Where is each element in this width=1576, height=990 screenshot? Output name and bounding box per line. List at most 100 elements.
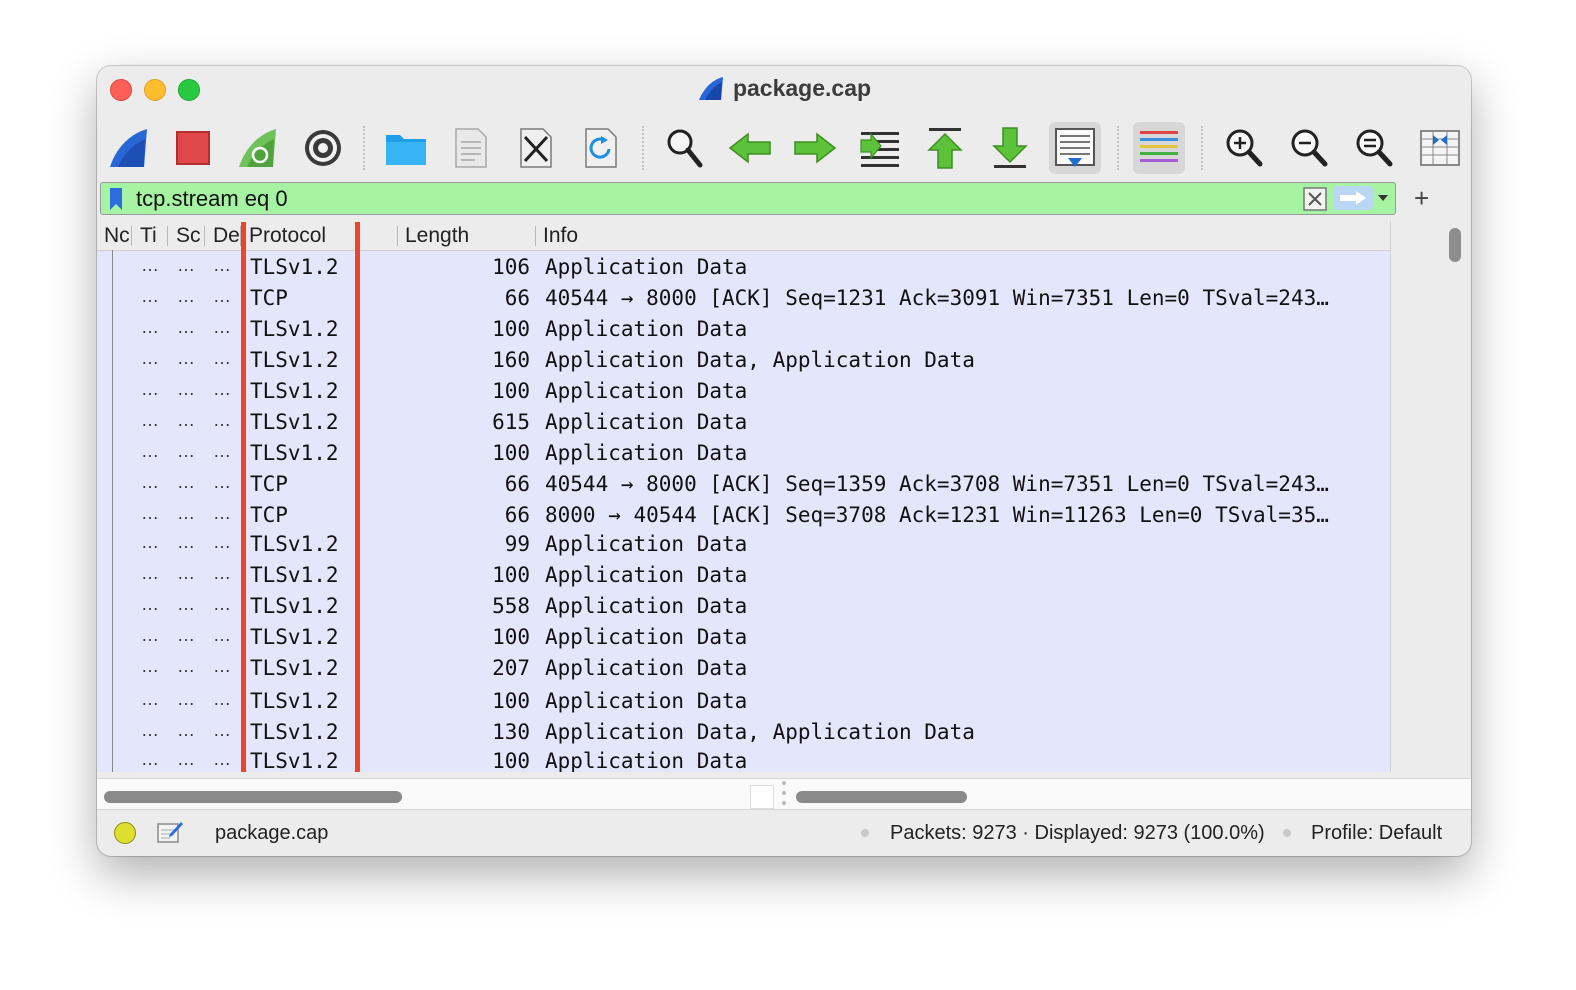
start-capture-button[interactable] bbox=[103, 122, 155, 174]
vertical-scrollbar-thumb[interactable] bbox=[1449, 228, 1461, 262]
packet-source-truncated: … bbox=[213, 532, 231, 552]
packet-no-truncated: … bbox=[141, 749, 159, 769]
packet-no-truncated: … bbox=[141, 410, 159, 430]
packet-info: 40544 → 8000 [ACK] Seq=1231 Ack=3091 Win… bbox=[545, 286, 1329, 310]
packet-length: 106 bbox=[492, 255, 530, 279]
column-header-time[interactable]: Ti bbox=[140, 224, 157, 248]
go-last-packet-button[interactable] bbox=[984, 122, 1036, 174]
packet-length: 66 bbox=[504, 503, 530, 527]
open-file-icon bbox=[386, 135, 426, 165]
packet-source-truncated: … bbox=[213, 720, 231, 740]
restart-capture-icon bbox=[239, 129, 276, 167]
normal-size-button[interactable] bbox=[1348, 122, 1400, 174]
column-header-no[interactable]: Nc bbox=[104, 224, 130, 248]
packet-time-truncated: … bbox=[177, 503, 195, 523]
go-to-packet-button[interactable] bbox=[854, 122, 906, 174]
packet-no-truncated: … bbox=[141, 286, 159, 306]
packet-no-truncated: … bbox=[141, 441, 159, 461]
capture-options-button[interactable] bbox=[297, 122, 349, 174]
packet-source-truncated: … bbox=[213, 410, 231, 430]
colorize-button[interactable] bbox=[1133, 122, 1185, 174]
packet-time-truncated: … bbox=[177, 563, 195, 583]
packet-info: Application Data, Application Data bbox=[545, 720, 975, 744]
horizontal-scrollbar-thumb-right[interactable] bbox=[796, 791, 967, 803]
packet-info: Application Data bbox=[545, 317, 748, 341]
restart-capture-button[interactable] bbox=[232, 122, 284, 174]
find-packet-button[interactable] bbox=[659, 122, 711, 174]
packet-info: 40544 → 8000 [ACK] Seq=1359 Ack=3708 Win… bbox=[545, 472, 1329, 496]
column-header-destination[interactable]: De bbox=[213, 224, 240, 248]
packet-no-truncated: … bbox=[141, 317, 159, 337]
packet-time-truncated: … bbox=[177, 532, 195, 552]
go-forward-button[interactable] bbox=[789, 122, 841, 174]
go-back-button[interactable] bbox=[724, 122, 776, 174]
zoom-out-button[interactable] bbox=[1283, 122, 1335, 174]
packet-length: 100 bbox=[492, 379, 530, 403]
close-file-icon bbox=[520, 128, 552, 168]
packet-time-truncated: … bbox=[177, 317, 195, 337]
stop-capture-button[interactable] bbox=[167, 122, 219, 174]
normal-size-icon bbox=[1356, 129, 1393, 167]
capture-comment-icon[interactable] bbox=[156, 818, 184, 846]
packet-no-truncated: … bbox=[141, 563, 159, 583]
packet-source-truncated: … bbox=[213, 749, 231, 769]
expert-info-indicator[interactable] bbox=[114, 822, 136, 844]
save-file-button[interactable] bbox=[445, 122, 497, 174]
packet-source-truncated: … bbox=[213, 441, 231, 461]
packet-length: 99 bbox=[504, 532, 530, 556]
zoom-out-icon bbox=[1291, 129, 1328, 167]
packet-info: Application Data bbox=[545, 625, 748, 649]
packet-time-truncated: … bbox=[177, 720, 195, 740]
packet-list[interactable]: Nc Ti Sc De Protocol Length Info ……… TLSv… bbox=[97, 222, 1445, 772]
status-packet-count: Packets: 9273 · Displayed: 9273 (100.0%) bbox=[890, 822, 1265, 844]
open-file-button[interactable] bbox=[380, 122, 432, 174]
zoom-in-icon bbox=[1226, 129, 1263, 167]
autoscroll-button[interactable] bbox=[1049, 122, 1101, 174]
splitter-grip-icon[interactable] bbox=[780, 779, 788, 809]
packet-source-truncated: … bbox=[213, 503, 231, 523]
clear-filter-icon[interactable] bbox=[1303, 187, 1327, 211]
packet-info: Application Data bbox=[545, 532, 748, 556]
horizontal-scrollbar-thumb-left[interactable] bbox=[104, 791, 402, 803]
packet-length: 130 bbox=[492, 720, 530, 744]
reload-file-button[interactable] bbox=[575, 122, 627, 174]
colorize-icon bbox=[1140, 131, 1178, 162]
resize-columns-button[interactable] bbox=[1414, 122, 1466, 174]
packet-minimap bbox=[1390, 222, 1445, 772]
packet-time-truncated: … bbox=[177, 441, 195, 461]
packet-time-truncated: … bbox=[177, 410, 195, 430]
close-file-button[interactable] bbox=[510, 122, 562, 174]
packet-no-truncated: … bbox=[141, 503, 159, 523]
go-first-packet-icon bbox=[927, 128, 963, 169]
packet-no-truncated: … bbox=[141, 625, 159, 645]
packet-length: 615 bbox=[492, 410, 530, 434]
column-header-source[interactable]: Sc bbox=[176, 224, 201, 248]
packet-info: Application Data bbox=[545, 441, 748, 465]
packet-info: Application Data bbox=[545, 563, 748, 587]
packet-time-truncated: … bbox=[177, 656, 195, 676]
status-file-name: package.cap bbox=[215, 822, 329, 844]
packet-length: 207 bbox=[492, 656, 530, 680]
filter-history-dropdown-icon[interactable] bbox=[1376, 189, 1390, 207]
capture-options-icon bbox=[305, 130, 341, 166]
packet-source-truncated: … bbox=[213, 563, 231, 583]
filter-bookmark-icon[interactable] bbox=[108, 187, 124, 211]
go-first-packet-button[interactable] bbox=[919, 122, 971, 174]
wireshark-fin-icon bbox=[698, 76, 723, 100]
apply-filter-button[interactable] bbox=[1333, 186, 1373, 210]
find-packet-icon bbox=[667, 129, 703, 168]
packet-length: 66 bbox=[504, 472, 530, 496]
packet-info: Application Data, Application Data bbox=[545, 348, 975, 372]
packet-time-truncated: … bbox=[177, 379, 195, 399]
pane-splitter-handle[interactable] bbox=[750, 785, 774, 809]
status-profile[interactable]: Profile: Default bbox=[1311, 822, 1442, 845]
column-header-info[interactable]: Info bbox=[543, 224, 578, 248]
title-bar: package.cap bbox=[97, 66, 1471, 116]
zoom-in-button[interactable] bbox=[1218, 122, 1270, 174]
packet-length: 100 bbox=[492, 441, 530, 465]
packet-length: 558 bbox=[492, 594, 530, 618]
display-filter-input[interactable]: tcp.stream eq 0 bbox=[136, 186, 288, 212]
add-filter-button[interactable]: + bbox=[1414, 182, 1429, 214]
go-to-packet-icon bbox=[860, 132, 899, 167]
column-header-length[interactable]: Length bbox=[405, 224, 469, 248]
